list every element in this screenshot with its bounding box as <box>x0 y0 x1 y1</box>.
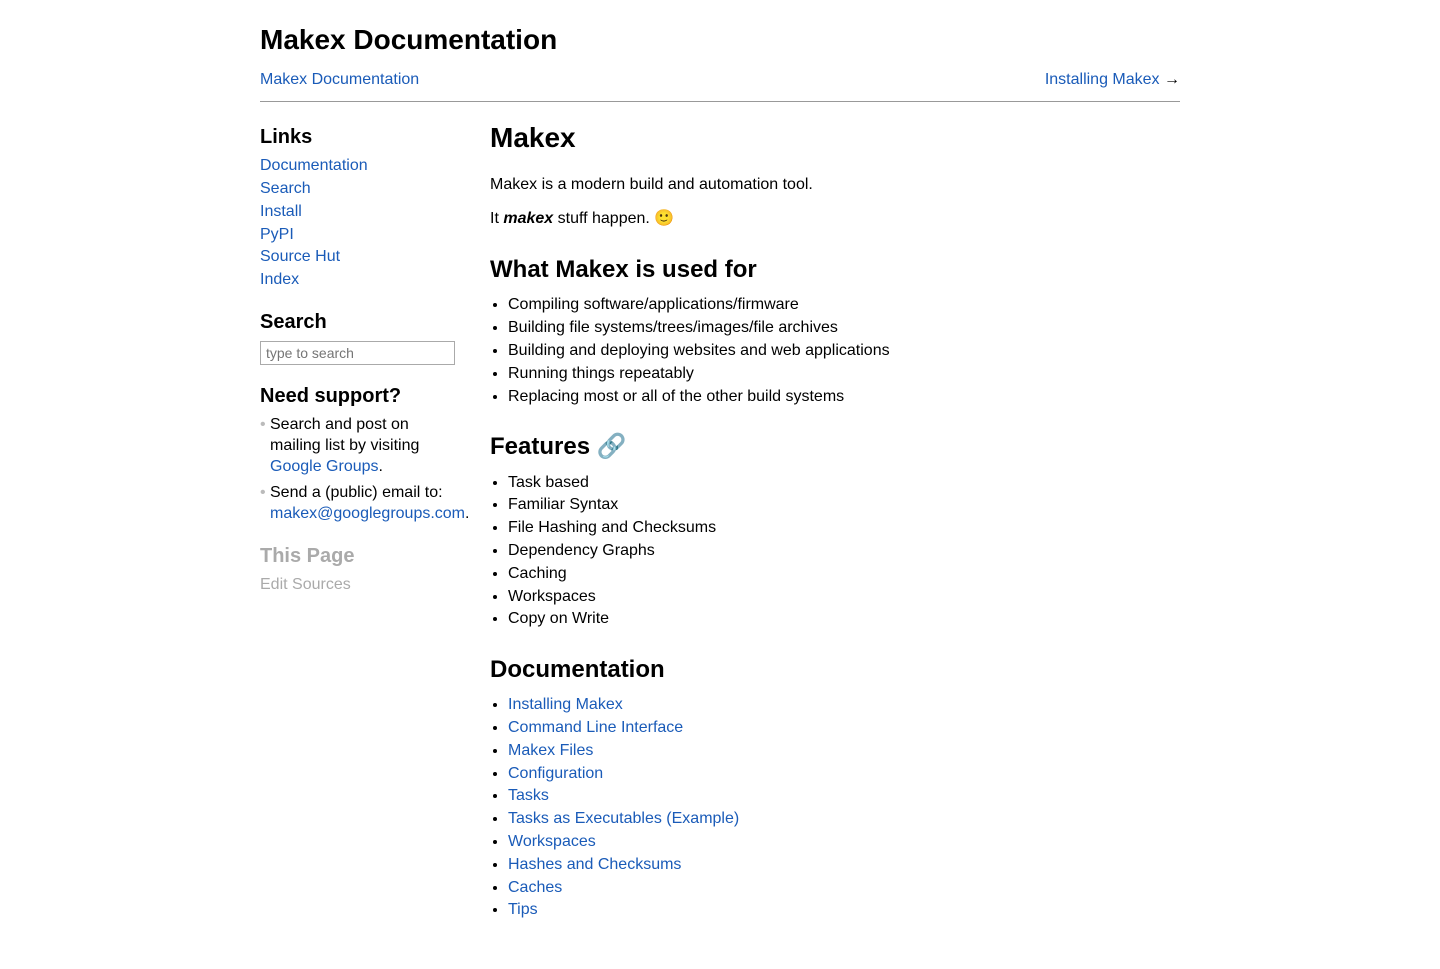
list-item: Task based <box>508 473 1180 494</box>
list-item: Tasks as Executables (Example) <box>508 809 1180 830</box>
google-groups-link[interactable]: Google Groups <box>270 458 379 475</box>
list-item: Copy on Write <box>508 609 1180 630</box>
list-item: Familiar Syntax <box>508 495 1180 516</box>
list-item: Compiling software/applications/firmware <box>508 295 1180 316</box>
tagline: It makex stuff happen. 🙂 <box>490 209 1180 230</box>
list-item: File Hashing and Checksums <box>508 518 1180 539</box>
doc-link[interactable]: Configuration <box>508 765 603 782</box>
sidebar-link-sourcehut[interactable]: Source Hut <box>260 247 460 268</box>
list-item: Caching <box>508 564 1180 585</box>
edit-sources-link[interactable]: Edit Sources <box>260 575 460 596</box>
docs-list: Installing Makex Command Line Interface … <box>508 695 1180 921</box>
links-list: Documentation Search Install PyPI Source… <box>260 156 460 291</box>
doc-link[interactable]: Tasks <box>508 787 549 804</box>
usedfor-list: Compiling software/applications/firmware… <box>508 295 1180 407</box>
emphasis: makex <box>503 210 553 227</box>
list-item: Configuration <box>508 764 1180 785</box>
list-item: Makex Files <box>508 741 1180 762</box>
list-item: Installing Makex <box>508 695 1180 716</box>
doc-link[interactable]: Tips <box>508 901 538 918</box>
docs-heading: Documentation <box>490 654 1180 685</box>
sidebar-link-index[interactable]: Index <box>260 270 460 291</box>
list-item: Workspaces <box>508 832 1180 853</box>
sidebar-link-install[interactable]: Install <box>260 202 460 223</box>
breadcrumb[interactable]: Makex Documentation <box>260 70 419 91</box>
list-item: Replacing most or all of the other build… <box>508 387 1180 408</box>
doc-link[interactable]: Command Line Interface <box>508 719 683 736</box>
sidebar-link-pypi[interactable]: PyPI <box>260 225 460 246</box>
list-item: Tasks <box>508 786 1180 807</box>
doc-link[interactable]: Installing Makex <box>508 696 623 713</box>
search-input[interactable] <box>260 341 455 365</box>
list-item: Workspaces <box>508 587 1180 608</box>
this-page-heading: This Page <box>260 543 460 569</box>
list-item: Caches <box>508 878 1180 899</box>
next-link[interactable]: Installing Makex <box>1045 71 1160 88</box>
list-item: Dependency Graphs <box>508 541 1180 562</box>
doc-link[interactable]: Tasks as Executables (Example) <box>508 810 739 827</box>
intro-paragraph: Makex is a modern build and automation t… <box>490 175 1180 196</box>
email-link[interactable]: makex@googlegroups.com <box>270 505 465 522</box>
list-item: Command Line Interface <box>508 718 1180 739</box>
doc-link[interactable]: Workspaces <box>508 833 596 850</box>
site-title: Makex Documentation <box>260 22 1180 58</box>
support-text: Search and post on mailing list by visit… <box>270 416 419 454</box>
list-item: Hashes and Checksums <box>508 855 1180 876</box>
sidebar-link-documentation[interactable]: Documentation <box>260 156 460 177</box>
links-heading: Links <box>260 124 460 150</box>
relbar: Makex Documentation Installing Makex → <box>260 66 1180 102</box>
list-item: Building file systems/trees/images/file … <box>508 318 1180 339</box>
features-heading: Features 🔗 <box>490 431 1180 462</box>
sidebar-link-search[interactable]: Search <box>260 179 460 200</box>
support-item: Search and post on mailing list by visit… <box>260 415 460 477</box>
list-item: Tips <box>508 900 1180 921</box>
support-text: Send a (public) email to: <box>270 484 443 501</box>
support-item: Send a (public) email to: makex@googlegr… <box>260 483 460 525</box>
doc-link[interactable]: Caches <box>508 879 562 896</box>
list-item: Building and deploying websites and web … <box>508 341 1180 362</box>
list-item: Running things repeatably <box>508 364 1180 385</box>
support-heading: Need support? <box>260 383 460 409</box>
doc-link[interactable]: Makex Files <box>508 742 593 759</box>
search-heading: Search <box>260 309 460 335</box>
arrow-right-icon: → <box>1160 71 1180 88</box>
features-list: Task based Familiar Syntax File Hashing … <box>508 473 1180 631</box>
next-nav: Installing Makex → <box>1045 70 1180 91</box>
main-content: Makex Makex is a modern build and automa… <box>490 106 1180 929</box>
sidebar: Links Documentation Search Install PyPI … <box>260 106 460 929</box>
usedfor-heading: What Makex is used for <box>490 254 1180 285</box>
doc-link[interactable]: Hashes and Checksums <box>508 856 681 873</box>
page-title: Makex <box>490 120 1180 156</box>
